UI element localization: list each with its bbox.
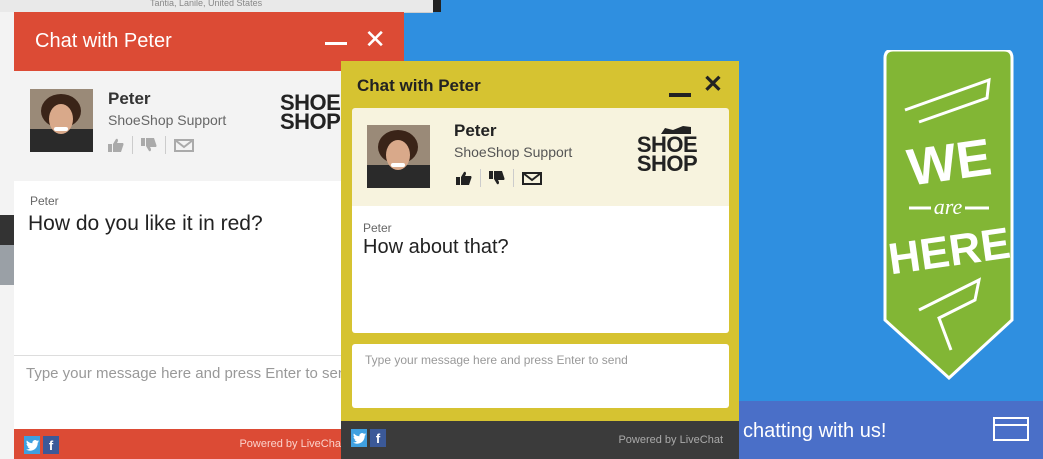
chat-bar[interactable]: chatting with us! [739, 401, 1043, 459]
email-icon[interactable] [174, 138, 194, 152]
agent-name: Peter [108, 89, 151, 108]
social-buttons: f [24, 436, 59, 454]
window-icon[interactable] [993, 417, 1029, 441]
thumbs-up-icon[interactable] [108, 138, 124, 152]
message-input[interactable]: Type your message here and press Enter t… [365, 353, 628, 367]
facebook-icon[interactable]: f [43, 436, 59, 454]
twitter-icon[interactable] [351, 429, 367, 447]
rating-divider [480, 169, 481, 187]
social-buttons: f [351, 429, 386, 447]
message-text: How do you like it in red? [28, 212, 263, 235]
rating-controls [108, 136, 194, 154]
close-icon[interactable]: ✕ [364, 26, 386, 52]
thumbs-down-icon[interactable] [141, 138, 157, 152]
chat-titlebar[interactable]: Chat with Peter ✕ [341, 61, 739, 107]
message-text: How about that? [363, 236, 509, 258]
logo-line2: SHOP [636, 151, 698, 176]
powered-by[interactable]: Powered by LiveChat [239, 438, 344, 450]
rating-controls [456, 169, 542, 187]
background-dark-corner [433, 0, 441, 12]
chat-footer: f Powered by LiveChat [341, 421, 739, 459]
agent-role: ShoeShop Support [108, 112, 227, 128]
rating-divider [165, 136, 166, 154]
agent-avatar [30, 89, 93, 152]
background-left-grey-block [0, 245, 14, 285]
chat-window-yellow: Chat with Peter ✕ Peter ShoeShop Support [341, 61, 739, 459]
chat-title: Chat with Peter [357, 76, 481, 95]
message-input[interactable]: Type your message here and press Enter t… [26, 365, 355, 382]
we-are-here-badge[interactable]: WE are HERE [879, 50, 1018, 380]
shoeshop-logo: SHOE SHOP [280, 92, 341, 134]
thumbs-down-icon[interactable] [489, 171, 505, 185]
agent-panel: Peter ShoeShop Support SHOE SHOP [352, 108, 729, 206]
close-icon[interactable]: ✕ [703, 73, 723, 97]
address-snippet: Tańtia, Lanile, United States [150, 0, 263, 8]
powered-by[interactable]: Powered by LiveChat [618, 434, 723, 446]
facebook-icon[interactable]: f [370, 429, 386, 447]
message-sender: Peter [363, 221, 392, 235]
minimize-icon[interactable] [669, 93, 691, 97]
message-input-box[interactable]: Type your message here and press Enter t… [352, 344, 729, 408]
agent-role: ShoeShop Support [454, 144, 573, 160]
badge-text-we: WE [904, 128, 995, 197]
chat-bar-text: chatting with us! [743, 420, 887, 442]
agent-avatar [367, 125, 430, 188]
rating-divider [132, 136, 133, 154]
chat-title: Chat with Peter [35, 30, 172, 52]
logo-line2: SHOP [280, 109, 341, 134]
message-sender: Peter [30, 194, 59, 208]
twitter-icon[interactable] [24, 436, 40, 454]
shoeshop-logo: SHOE SHOP [633, 125, 701, 176]
message-area: Peter How about that? [352, 206, 729, 333]
thumbs-up-icon[interactable] [456, 171, 472, 185]
background-left-dark-block [0, 215, 14, 245]
email-icon[interactable] [522, 171, 542, 185]
rating-divider [513, 169, 514, 187]
badge-text-are: are [934, 194, 963, 219]
minimize-icon[interactable] [325, 42, 347, 45]
agent-name: Peter [454, 121, 497, 140]
